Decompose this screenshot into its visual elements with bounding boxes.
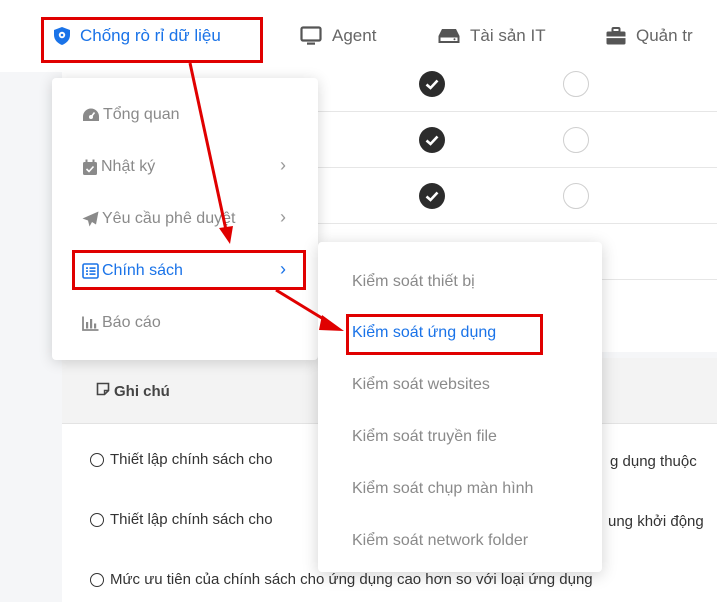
menu-item-reports[interactable]: Báo cáo: [82, 310, 161, 336]
nav-label: Chống rò rỉ dữ liệu: [80, 26, 221, 45]
submenu-item-file-transfer-control[interactable]: Kiểm soát truyền file: [352, 428, 497, 452]
nav-item-agent[interactable]: Agent: [300, 23, 376, 49]
submenu-item-network-folder-control[interactable]: Kiểm soát network folder: [352, 532, 528, 556]
briefcase-icon: [606, 27, 626, 45]
note-item: Thiết lập chính sách cho: [90, 511, 273, 528]
bar-chart-icon: [82, 316, 99, 331]
circle-icon: [90, 452, 104, 467]
note-item-tail: ung khởi động: [608, 513, 704, 530]
policy-submenu: Kiểm soát thiết bị Kiểm soát ứng dụng Ki…: [318, 242, 602, 572]
notes-title: Ghi chú: [96, 382, 170, 400]
chevron-right-icon: ›: [280, 155, 286, 175]
submenu-item-application-control[interactable]: Kiểm soát ứng dụng: [352, 324, 496, 348]
chevron-right-icon: ›: [280, 259, 286, 279]
radio-option[interactable]: [563, 183, 589, 209]
circle-icon: [90, 572, 104, 587]
nav-item-dlp[interactable]: Chống rò rỉ dữ liệu: [54, 23, 221, 49]
chevron-right-icon: ›: [280, 207, 286, 227]
radio-option[interactable]: [563, 71, 589, 97]
radio-option[interactable]: [563, 127, 589, 153]
calendar-icon: [82, 159, 98, 176]
nav-item-admin[interactable]: Quản tr: [606, 23, 693, 49]
menu-item-logs[interactable]: Nhật ký: [82, 154, 155, 180]
list-icon: [82, 263, 99, 279]
submenu-item-device-control[interactable]: Kiểm soát thiết bị: [352, 273, 475, 297]
dlp-dropdown-menu: Tổng quan Nhật ký › Yêu cầu phê duyệt › …: [52, 78, 318, 360]
note-item: Mức ưu tiên của chính sách cho ứng dụng …: [90, 571, 593, 588]
nav-item-it-assets[interactable]: Tài sản IT: [438, 23, 546, 49]
note-icon: [96, 382, 110, 400]
check-circle-icon: [419, 127, 445, 153]
hard-drive-icon: [438, 28, 460, 44]
note-item: Thiết lập chính sách cho: [90, 451, 273, 468]
dashboard-icon: [82, 107, 100, 123]
circle-icon: [90, 512, 104, 527]
check-circle-icon: [419, 183, 445, 209]
submenu-item-screenshot-control[interactable]: Kiểm soát chụp màn hình: [352, 480, 533, 504]
shield-icon: [54, 27, 70, 45]
menu-item-approval-requests[interactable]: Yêu cầu phê duyệt: [82, 206, 235, 232]
paper-plane-icon: [82, 211, 99, 227]
note-item-tail: g dụng thuộc: [610, 453, 697, 470]
submenu-item-website-control[interactable]: Kiểm soát websites: [352, 376, 490, 400]
check-circle-icon: [419, 71, 445, 97]
nav-label: Agent: [332, 26, 377, 45]
menu-item-policies[interactable]: Chính sách: [82, 258, 183, 284]
menu-item-overview[interactable]: Tổng quan: [82, 102, 180, 128]
monitor-icon: [300, 26, 322, 46]
nav-label: Quản tr: [636, 26, 693, 45]
nav-label: Tài sản IT: [470, 26, 546, 45]
